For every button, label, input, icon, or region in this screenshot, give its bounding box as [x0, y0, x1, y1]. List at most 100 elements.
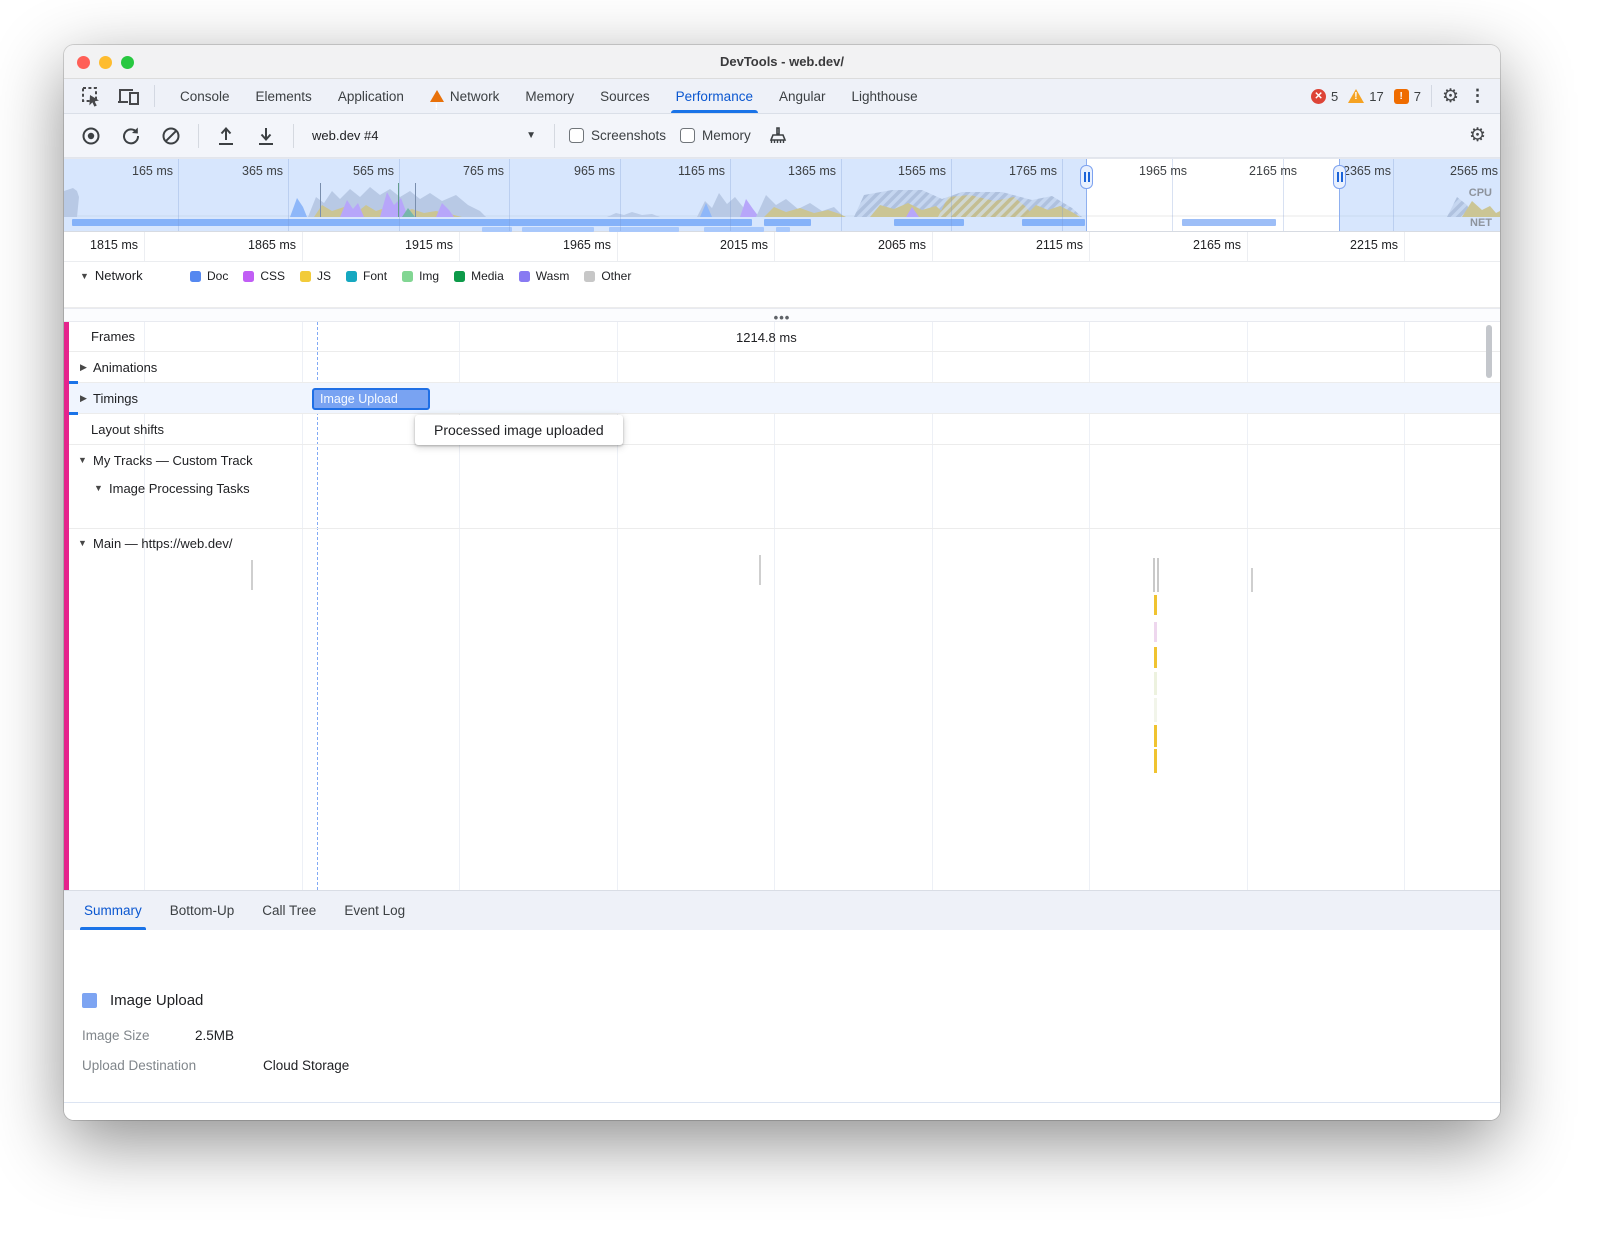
tab-call-tree[interactable]: Call Tree	[248, 891, 330, 930]
tracks-panel: Frames 1214.8 ms ▶ Animations ▶ Timings …	[64, 322, 1500, 890]
net-axis-label: NET	[1470, 217, 1492, 229]
capture-settings-gear-icon[interactable]: ⚙	[1469, 126, 1486, 145]
devtools-window: DevTools - web.dev/ Console Elements App…	[64, 45, 1500, 1120]
tab-summary[interactable]: Summary	[70, 891, 156, 930]
overview-tick-label: 2165 ms	[1207, 164, 1297, 178]
legend-swatch	[346, 271, 357, 282]
chevron-down-icon: ▼	[526, 130, 536, 141]
tab-application[interactable]: Application	[325, 79, 417, 113]
divider	[293, 124, 294, 148]
settings-gear-icon[interactable]: ⚙	[1442, 87, 1459, 106]
track-row-timings[interactable]: ▶ Timings Image Upload	[64, 383, 1500, 414]
history-dropdown[interactable]: web.dev #4 ▼	[308, 128, 540, 143]
chevron-expanded-icon[interactable]: ▼	[94, 483, 103, 493]
reload-and-record-button[interactable]	[118, 123, 144, 149]
chevron-collapsed-icon[interactable]: ▶	[80, 362, 87, 373]
checkbox-box	[680, 128, 695, 143]
tab-event-log[interactable]: Event Log	[330, 891, 419, 930]
ruler-tick-label: 2015 ms	[676, 238, 768, 252]
overview-tick-label: 165 ms	[83, 164, 173, 178]
ruler-tick-label: 2165 ms	[1149, 238, 1241, 252]
legend-swatch	[243, 271, 254, 282]
overview-tick-label: 1365 ms	[746, 164, 836, 178]
tab-network[interactable]: Network	[417, 79, 513, 113]
memory-checkbox[interactable]: Memory	[680, 128, 751, 143]
checkbox-box	[569, 128, 584, 143]
ruler-tick-label: 1915 ms	[361, 238, 453, 252]
cpu-axis-label: CPU	[1469, 187, 1492, 199]
ruler-tick-label: 1815 ms	[64, 238, 138, 252]
timing-marker-image-upload[interactable]: Image Upload	[312, 388, 430, 410]
network-track-header[interactable]: ▼ Network	[80, 268, 143, 283]
overview-tick-label: 1765 ms	[967, 164, 1057, 178]
window-title: DevTools - web.dev/	[64, 45, 1500, 79]
legend-item-css: CSS	[243, 269, 285, 283]
track-row-image-processing-tasks[interactable]: ▼ Image Processing Tasks	[64, 476, 1500, 502]
summary-field-value: 2.5MB	[195, 1028, 234, 1043]
legend-item-doc: Doc	[190, 269, 228, 283]
more-options-icon[interactable]: ⋮	[1469, 86, 1486, 106]
warning-icon	[1348, 89, 1364, 103]
overview-tick-label: 1965 ms	[1097, 164, 1187, 178]
overview-tick-label: 2565 ms	[1408, 164, 1498, 178]
legend-swatch	[300, 271, 311, 282]
error-icon: ✕	[1311, 89, 1326, 104]
error-badge[interactable]: ✕5	[1311, 89, 1338, 104]
marker-tooltip: Processed image uploaded	[415, 415, 623, 445]
summary-field-label: Upload Destination	[82, 1058, 196, 1073]
tab-performance[interactable]: Performance	[663, 79, 766, 113]
track-row-animations[interactable]: ▶ Animations	[64, 352, 1500, 383]
tab-lighthouse[interactable]: Lighthouse	[839, 79, 931, 113]
performance-toolbar: web.dev #4 ▼ Screenshots Memory ⚙	[64, 114, 1500, 158]
tab-elements[interactable]: Elements	[243, 79, 325, 113]
overview-tick-label: 1565 ms	[856, 164, 946, 178]
net-activity-bar	[1182, 219, 1276, 226]
download-profile-icon[interactable]	[253, 123, 279, 149]
legend-item-wasm: Wasm	[519, 269, 570, 283]
overview-tick-label: 765 ms	[414, 164, 504, 178]
divider	[64, 1102, 1500, 1103]
track-row-my-tracks[interactable]: ▼ My Tracks — Custom Track	[64, 445, 1500, 476]
selection-left-handle[interactable]	[1080, 165, 1093, 189]
screenshots-checkbox[interactable]: Screenshots	[569, 128, 666, 143]
track-row-main[interactable]: ▼ Main — https://web.dev/	[64, 528, 1500, 558]
history-selected-value: web.dev #4	[312, 128, 379, 143]
divider	[154, 85, 155, 107]
tab-angular[interactable]: Angular	[766, 79, 839, 113]
tab-bottom-up[interactable]: Bottom-Up	[156, 891, 249, 930]
divider	[554, 124, 555, 148]
track-row-layout-shifts[interactable]: Layout shifts	[64, 414, 1500, 445]
track-row-frames[interactable]: Frames 1214.8 ms	[64, 322, 1500, 352]
overview-tick-label: 1165 ms	[635, 164, 725, 178]
legend-swatch	[402, 271, 413, 282]
vertical-scrollbar[interactable]	[1486, 325, 1492, 378]
ruler-tick-label: 2115 ms	[991, 238, 1083, 252]
overview-tick-label: 365 ms	[193, 164, 283, 178]
upload-profile-icon[interactable]	[213, 123, 239, 149]
chevron-expanded-icon[interactable]: ▼	[78, 455, 87, 465]
clear-recording-button[interactable]	[158, 123, 184, 149]
timeline-overview[interactable]: 165 ms 365 ms 565 ms 765 ms 965 ms 1165 …	[64, 158, 1500, 232]
legend-item-js: JS	[300, 269, 331, 283]
record-button[interactable]	[78, 123, 104, 149]
toggle-device-toolbar-icon[interactable]	[116, 83, 142, 109]
title-bar: DevTools - web.dev/	[64, 45, 1500, 79]
selection-right-handle[interactable]	[1333, 165, 1346, 189]
overview-tick-label: 965 ms	[525, 164, 615, 178]
panel-splitter-handle[interactable]: •••	[64, 308, 1500, 322]
devtools-tab-bar: Console Elements Application Network Mem…	[64, 79, 1500, 114]
bottom-tab-bar: Summary Bottom-Up Call Tree Event Log	[64, 890, 1500, 930]
warning-badge[interactable]: 17	[1348, 89, 1383, 104]
inspect-element-icon[interactable]	[78, 83, 104, 109]
tab-console[interactable]: Console	[167, 79, 243, 113]
chevron-collapsed-icon[interactable]: ▶	[80, 393, 87, 404]
divider	[1431, 85, 1432, 107]
summary-panel: Image Upload Image Size 2.5MB Upload Des…	[64, 930, 1500, 1120]
tab-sources[interactable]: Sources	[587, 79, 663, 113]
tab-memory[interactable]: Memory	[512, 79, 587, 113]
legend-item-other: Other	[584, 269, 631, 283]
collect-garbage-icon[interactable]	[765, 123, 791, 149]
chevron-expanded-icon[interactable]: ▼	[78, 538, 87, 548]
overview-tick-label: 565 ms	[304, 164, 394, 178]
issues-badge[interactable]: !7	[1394, 89, 1421, 104]
